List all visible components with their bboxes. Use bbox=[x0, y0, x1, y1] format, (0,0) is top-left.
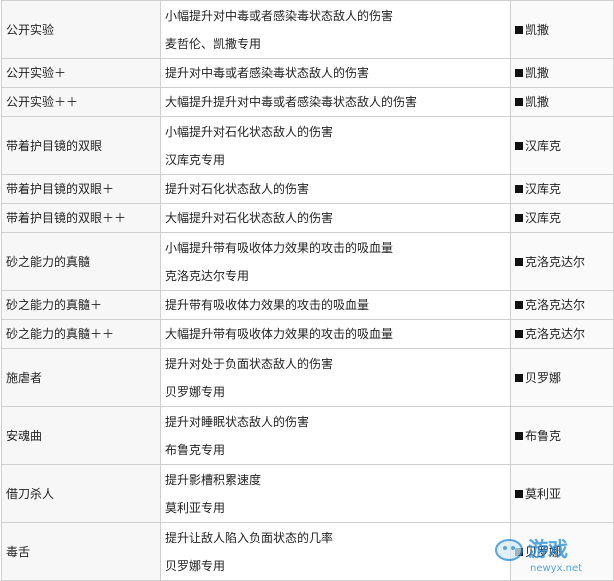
bullet-square-icon bbox=[515, 330, 523, 338]
skill-name: 带着护目镜的双眼 bbox=[1, 116, 161, 175]
skill-description: 提升让敌人陷入负面状态的几率 贝罗娜专用 bbox=[160, 522, 511, 581]
skill-name: 公开实验＋ bbox=[1, 58, 161, 88]
description-line: 小幅提升对中毒或者感染毒状态敌人的伤害 bbox=[165, 8, 394, 23]
character-name: 莫利亚 bbox=[525, 486, 562, 501]
character-name: 贝罗娜 bbox=[525, 370, 562, 385]
bullet-square-icon bbox=[515, 301, 523, 309]
character-cell: 汉库克 bbox=[510, 203, 614, 233]
skill-description: 提升影槽积累速度 莫利亚专用 bbox=[160, 464, 511, 523]
table-row: 砂之能力的真髓 小幅提升带有吸收体力效果的攻击的吸血量 克洛克达尔专用 克洛克达… bbox=[1, 232, 614, 291]
bullet-square-icon bbox=[515, 257, 523, 266]
table-row: 安魂曲 提升对睡眠状态敌人的伤害 布鲁克专用 布鲁克 bbox=[1, 406, 614, 465]
exclusive-note: 克洛克达尔专用 bbox=[165, 268, 250, 283]
table-row: 砂之能力的真髓＋＋ 大幅提升带有吸收体力效果的攻击的吸血量 克洛克达尔 bbox=[1, 319, 614, 349]
skill-name: 砂之能力的真髓＋ bbox=[1, 290, 161, 320]
skill-name: 借刀杀人 bbox=[1, 464, 161, 523]
table-row: 毒舌 提升让敌人陷入负面状态的几率 贝罗娜专用 贝罗娜 bbox=[1, 522, 614, 581]
bullet-square-icon bbox=[515, 431, 523, 440]
character-cell: 凯撒 bbox=[510, 58, 614, 88]
exclusive-note: 汉库克专用 bbox=[165, 152, 226, 167]
description-line: 提升对石化状态敌人的伤害 bbox=[165, 182, 310, 196]
bullet-square-icon bbox=[515, 547, 523, 556]
character-cell: 汉库克 bbox=[510, 174, 614, 204]
skill-description: 提升对中毒或者感染毒状态敌人的伤害 bbox=[160, 58, 511, 88]
description-line: 大幅提升对石化状态敌人的伤害 bbox=[165, 211, 334, 225]
bullet-square-icon bbox=[515, 373, 523, 382]
character-cell: 莫利亚 bbox=[510, 464, 614, 523]
description-line: 提升影槽积累速度 bbox=[165, 472, 262, 487]
skill-name: 施虐者 bbox=[1, 348, 161, 407]
skill-name: 砂之能力的真髓 bbox=[1, 232, 161, 291]
skill-description: 提升对石化状态敌人的伤害 bbox=[160, 174, 511, 204]
skill-description: 提升对睡眠状态敌人的伤害 布鲁克专用 bbox=[160, 406, 511, 465]
description-line: 提升让敌人陷入负面状态的几率 bbox=[165, 530, 334, 545]
description-line: 提升对睡眠状态敌人的伤害 bbox=[165, 414, 310, 429]
skill-name: 安魂曲 bbox=[1, 406, 161, 465]
character-name: 汉库克 bbox=[525, 138, 562, 153]
skill-description: 小幅提升对石化状态敌人的伤害 汉库克专用 bbox=[160, 116, 511, 175]
character-cell: 凯撒 bbox=[510, 87, 614, 117]
table-row: 砂之能力的真髓＋ 提升带有吸收体力效果的攻击的吸血量 克洛克达尔 bbox=[1, 290, 614, 320]
bullet-square-icon bbox=[515, 214, 523, 222]
character-name: 克洛克达尔 bbox=[525, 254, 586, 269]
character-name: 汉库克 bbox=[525, 182, 562, 196]
exclusive-note: 莫利亚专用 bbox=[165, 500, 226, 515]
exclusive-note: 贝罗娜专用 bbox=[165, 558, 226, 573]
character-cell: 汉库克 bbox=[510, 116, 614, 175]
exclusive-note: 贝罗娜专用 bbox=[165, 384, 226, 399]
description-line: 小幅提升对石化状态敌人的伤害 bbox=[165, 124, 334, 139]
skill-table: 公开实验 小幅提升对中毒或者感染毒状态敌人的伤害 麦哲伦、凯撒专用 凯撒 公开实… bbox=[1, 0, 614, 581]
table-row: 施虐者 提升对处于负面状态敌人的伤害 贝罗娜专用 贝罗娜 bbox=[1, 348, 614, 407]
character-name: 克洛克达尔 bbox=[525, 298, 586, 312]
table-row: 带着护目镜的双眼＋＋ 大幅提升对石化状态敌人的伤害 汉库克 bbox=[1, 203, 614, 233]
skill-description: 提升带有吸收体力效果的攻击的吸血量 bbox=[160, 290, 511, 320]
character-name: 布鲁克 bbox=[525, 428, 562, 443]
character-cell: 克洛克达尔 bbox=[510, 290, 614, 320]
skill-name: 带着护目镜的双眼＋ bbox=[1, 174, 161, 204]
table-row: 借刀杀人 提升影槽积累速度 莫利亚专用 莫利亚 bbox=[1, 464, 614, 523]
table-row: 带着护目镜的双眼 小幅提升对石化状态敌人的伤害 汉库克专用 汉库克 bbox=[1, 116, 614, 175]
bullet-square-icon bbox=[515, 98, 523, 106]
character-name: 贝罗娜 bbox=[525, 544, 562, 559]
description-line: 提升对处于负面状态敌人的伤害 bbox=[165, 356, 334, 371]
skill-description: 小幅提升带有吸收体力效果的攻击的吸血量 克洛克达尔专用 bbox=[160, 232, 511, 291]
character-name: 凯撒 bbox=[525, 22, 550, 37]
character-cell: 克洛克达尔 bbox=[510, 319, 614, 349]
skill-name: 毒舌 bbox=[1, 522, 161, 581]
bullet-square-icon bbox=[515, 25, 523, 34]
skill-description: 提升对处于负面状态敌人的伤害 贝罗娜专用 bbox=[160, 348, 511, 407]
skill-name: 公开实验 bbox=[1, 0, 161, 59]
bullet-square-icon bbox=[515, 141, 523, 150]
description-line: 小幅提升带有吸收体力效果的攻击的吸血量 bbox=[165, 240, 394, 255]
bullet-square-icon bbox=[515, 489, 523, 498]
character-name: 克洛克达尔 bbox=[525, 327, 586, 341]
character-name: 凯撒 bbox=[525, 66, 550, 80]
character-name: 凯撒 bbox=[525, 95, 550, 109]
skill-description: 大幅提升提升对中毒或者感染毒状态敌人的伤害 bbox=[160, 87, 511, 117]
character-cell: 克洛克达尔 bbox=[510, 232, 614, 291]
skill-name: 公开实验＋＋ bbox=[1, 87, 161, 117]
skill-description: 小幅提升对中毒或者感染毒状态敌人的伤害 麦哲伦、凯撒专用 bbox=[160, 0, 511, 59]
bullet-square-icon bbox=[515, 69, 523, 77]
description-line: 大幅提升带有吸收体力效果的攻击的吸血量 bbox=[165, 327, 394, 341]
description-line: 提升对中毒或者感染毒状态敌人的伤害 bbox=[165, 66, 370, 80]
character-cell: 布鲁克 bbox=[510, 406, 614, 465]
character-cell: 贝罗娜 bbox=[510, 522, 614, 581]
character-cell: 凯撒 bbox=[510, 0, 614, 59]
table-row: 公开实验＋＋ 大幅提升提升对中毒或者感染毒状态敌人的伤害 凯撒 bbox=[1, 87, 614, 117]
character-cell: 贝罗娜 bbox=[510, 348, 614, 407]
exclusive-note: 布鲁克专用 bbox=[165, 442, 226, 457]
table-row: 公开实验 小幅提升对中毒或者感染毒状态敌人的伤害 麦哲伦、凯撒专用 凯撒 bbox=[1, 0, 614, 59]
character-name: 汉库克 bbox=[525, 211, 562, 225]
skill-description: 大幅提升对石化状态敌人的伤害 bbox=[160, 203, 511, 233]
description-line: 提升带有吸收体力效果的攻击的吸血量 bbox=[165, 298, 370, 312]
skill-name: 带着护目镜的双眼＋＋ bbox=[1, 203, 161, 233]
skill-name: 砂之能力的真髓＋＋ bbox=[1, 319, 161, 349]
exclusive-note: 麦哲伦、凯撒专用 bbox=[165, 36, 262, 51]
table-row: 公开实验＋ 提升对中毒或者感染毒状态敌人的伤害 凯撒 bbox=[1, 58, 614, 88]
description-line: 大幅提升提升对中毒或者感染毒状态敌人的伤害 bbox=[165, 95, 418, 109]
bullet-square-icon bbox=[515, 185, 523, 193]
table-row: 带着护目镜的双眼＋ 提升对石化状态敌人的伤害 汉库克 bbox=[1, 174, 614, 204]
skill-description: 大幅提升带有吸收体力效果的攻击的吸血量 bbox=[160, 319, 511, 349]
